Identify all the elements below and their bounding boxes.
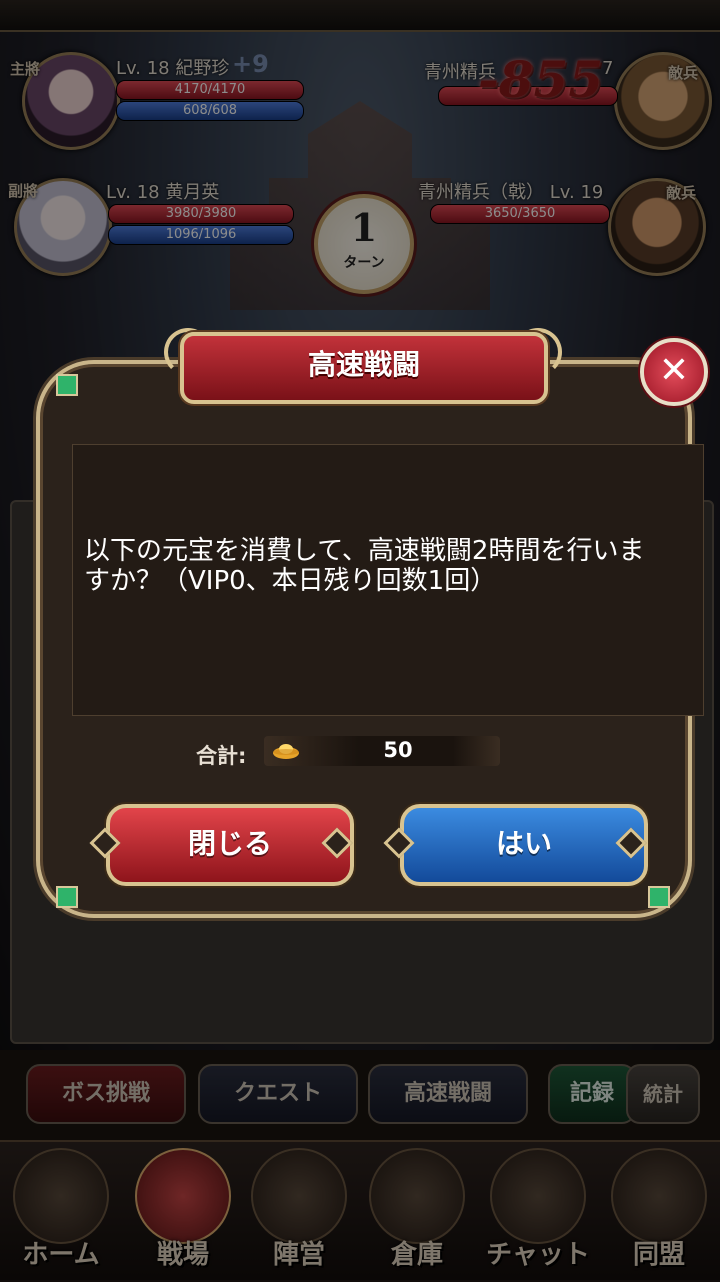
fast-battle-dialog: 以下の元宝を消費して、高速戦闘2時間を行いますか？（VIP0、本日残り回数1回）… [14,328,708,922]
dialog-message: 以下の元宝を消費して、高速戦闘2時間を行いますか？（VIP0、本日残り回数1回） [84,536,645,596]
gold-ingot-icon [273,744,299,759]
corner-gem-bottom-left [56,886,78,908]
yes-button[interactable]: はい [400,804,648,886]
close-icon[interactable]: ✕ [640,338,708,406]
dialog-title: 高速戦闘 [180,332,548,404]
total-cost-box: 50 [264,736,500,766]
close-button[interactable]: 閉じる [106,804,354,886]
total-cost-value: 50 [383,738,413,762]
total-label: 合計: [196,744,247,768]
dialog-frame: 以下の元宝を消費して、高速戦闘2時間を行いますか？（VIP0、本日残り回数1回）… [36,360,704,918]
corner-gem-bottom-right [648,886,670,908]
corner-gem-top-left [56,374,78,396]
